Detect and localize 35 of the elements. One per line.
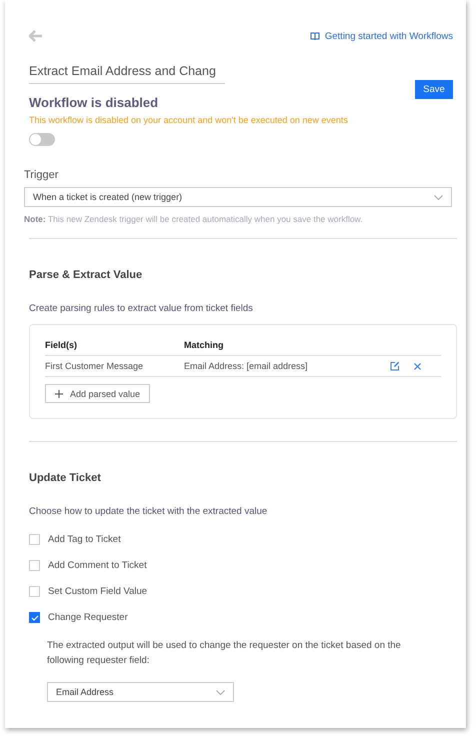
plus-icon	[55, 390, 63, 398]
save-button[interactable]: Save	[415, 80, 453, 99]
column-header: Matching	[184, 340, 224, 350]
trigger-label: Trigger	[24, 169, 60, 181]
add-parsed-value-button[interactable]: Add parsed value	[45, 384, 150, 403]
section-description: Choose how to update the ticket with the extracted value	[29, 506, 268, 517]
requester-note: The extracted output will be used to change the requester on the ticket based on the following requester field:	[47, 639, 402, 668]
section-heading: Parse & Extract Value	[29, 269, 144, 281]
checkbox-label: Add Comment to Ticket	[48, 560, 147, 571]
close-icon[interactable]	[414, 362, 421, 370]
checkbox-label: Add Tag to Ticket	[48, 534, 121, 545]
checkbox-label: Change Requester	[48, 612, 128, 623]
warning-text: This workflow is disabled on your account and won't be executed on new events	[29, 115, 349, 125]
table-cell-text: First Customer Message	[45, 361, 144, 371]
checkbox[interactable]	[29, 534, 40, 545]
edit-icon[interactable]	[390, 361, 400, 371]
section-heading: Update Ticket	[29, 472, 102, 484]
back-arrow-icon[interactable]	[29, 30, 43, 42]
status-heading: Workflow is disabled	[29, 95, 160, 110]
chevron-down-icon	[216, 690, 225, 694]
note-text: Note: This new Zendesk trigger will be created automatically when you save the workflow.	[24, 214, 364, 224]
chevron-down-icon	[434, 194, 443, 200]
table-cell-text: Email Address: [email address]	[184, 361, 309, 371]
help-link[interactable]: Getting started with Workflows	[310, 30, 453, 42]
book-icon	[310, 32, 320, 40]
column-header: Field(s)	[45, 340, 78, 350]
checkbox[interactable]	[29, 612, 40, 623]
checkbox-label: Set Custom Field Value	[48, 586, 148, 597]
requester-field-select[interactable]: Email Address	[47, 682, 234, 702]
toggle-switch[interactable]	[29, 133, 55, 146]
trigger-select[interactable]: When a ticket is created (new trigger)	[24, 187, 452, 207]
title-field[interactable]: Extract Email Address and Chang	[29, 64, 225, 84]
checkbox[interactable]	[29, 560, 40, 571]
section-description: Create parsing rules to extract value from ticket fields	[29, 303, 254, 314]
checkbox[interactable]	[29, 586, 40, 597]
